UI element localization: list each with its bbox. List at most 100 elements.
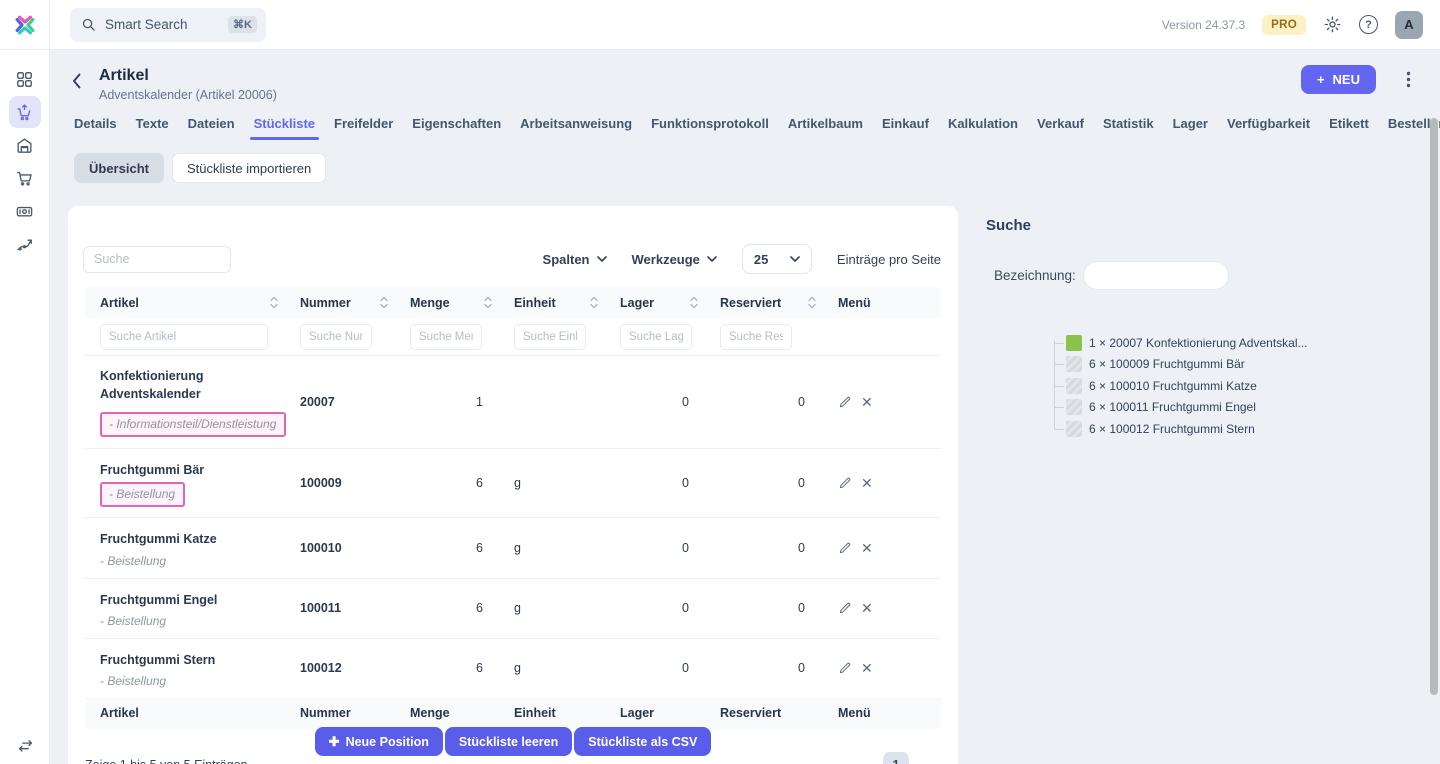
filter-lager-input[interactable] [620, 324, 692, 350]
spalten-label: Spalten [543, 252, 590, 267]
bezeichnung-input[interactable] [1083, 261, 1229, 290]
version-label: Version 24.37.3 [1162, 18, 1245, 32]
app-logo[interactable] [0, 0, 50, 49]
page-title: Artikel [99, 67, 277, 85]
tab-arbeitsanweisung[interactable]: Arbeitsanweisung [520, 116, 632, 140]
edit-pencil-icon[interactable] [838, 395, 852, 409]
vertical-scrollbar[interactable] [1430, 118, 1438, 695]
tab-texte[interactable]: Texte [136, 116, 169, 140]
prev-page-arrow-icon[interactable]: ← [851, 756, 866, 764]
filter-einheit-input[interactable] [514, 324, 586, 350]
tab-freifelder[interactable]: Freifelder [334, 116, 393, 140]
col-header-nummer[interactable]: Nummer [300, 296, 410, 310]
col-header-einheit[interactable]: Einheit [514, 296, 620, 310]
back-button[interactable] [72, 73, 81, 89]
row-einheit: g [514, 476, 620, 490]
filter-nummer-input[interactable] [300, 324, 372, 350]
tab-kalkulation[interactable]: Kalkulation [948, 116, 1018, 140]
neu-button[interactable]: + NEU [1301, 65, 1376, 94]
sidebar-item-finance[interactable] [9, 195, 41, 227]
subtab-uebersicht[interactable]: Übersicht [74, 153, 164, 183]
tab-funktionsprotokoll[interactable]: Funktionsprotokoll [651, 116, 769, 140]
tree-item[interactable]: 6 × 100011 Fruchtgummi Engel [1066, 397, 1440, 419]
side-panel-title: Suche [986, 217, 1440, 234]
row-lager: 0 [620, 601, 720, 615]
table-row[interactable]: Fruchtgummi Stern- Beistellung 100012 6 … [85, 639, 941, 699]
sidebar-item-sales[interactable] [9, 162, 41, 194]
stueckliste-als-csv-button[interactable]: Stückliste als CSV [574, 727, 711, 756]
tab-dateien[interactable]: Dateien [188, 116, 235, 140]
col-header-menue: Menü [838, 296, 941, 310]
page-size-select[interactable]: 25 [742, 244, 812, 274]
tab-stueckliste[interactable]: Stückliste [254, 116, 315, 140]
edit-pencil-icon[interactable] [838, 601, 852, 615]
edit-pencil-icon[interactable] [838, 541, 852, 555]
search-icon [81, 17, 96, 32]
table-row[interactable]: Konfektionierung Adventskalender- Inform… [85, 356, 941, 449]
tree-item[interactable]: 1 × 20007 Konfektionierung Adventskal... [1066, 332, 1440, 354]
subtab-bar: Übersicht Stückliste importieren [74, 153, 1440, 183]
table-footer-row: Artikel Nummer Menge Einheit Lager Reser… [85, 698, 941, 729]
tree-square-green-icon [1066, 335, 1082, 351]
table-search-input[interactable] [83, 246, 231, 273]
row-nummer: 100009 [300, 476, 410, 490]
user-avatar[interactable]: A [1395, 11, 1423, 39]
sidebar-item-procurement[interactable] [9, 96, 41, 128]
stueckliste-leeren-button[interactable]: Stückliste leeren [445, 727, 572, 756]
search-shortcut-badge: ⌘K [228, 16, 257, 33]
sidebar-item-reports[interactable] [9, 228, 41, 260]
settings-gear-icon[interactable] [1323, 15, 1342, 34]
filter-menge-input[interactable] [410, 324, 482, 350]
smart-search-placeholder: Smart Search [105, 17, 219, 32]
chart-trend-icon [15, 235, 34, 254]
delete-x-icon[interactable]: ✕ [861, 661, 873, 675]
col-header-lager[interactable]: Lager [620, 296, 720, 310]
tree-item[interactable]: 6 × 100012 Fruchtgummi Stern [1066, 418, 1440, 440]
delete-x-icon[interactable]: ✕ [861, 601, 873, 615]
delete-x-icon[interactable]: ✕ [861, 476, 873, 490]
entries-per-page-label: Einträge pro Seite [837, 252, 941, 267]
table-row[interactable]: Fruchtgummi Katze- Beistellung 100010 6 … [85, 518, 941, 578]
row-reserviert: 0 [720, 395, 838, 409]
tab-artikelbaum[interactable]: Artikelbaum [788, 116, 863, 140]
sidebar-collapse-toggle[interactable] [9, 729, 41, 761]
tree-square-gray-icon [1066, 421, 1082, 437]
more-options-kebab-icon[interactable] [1406, 71, 1411, 88]
sidebar-item-dashboard[interactable] [9, 63, 41, 95]
edit-pencil-icon[interactable] [838, 661, 852, 675]
smart-search-bar[interactable]: Smart Search ⌘K [70, 8, 266, 42]
edit-pencil-icon[interactable] [838, 476, 852, 490]
sidebar-item-warehouse[interactable] [9, 129, 41, 161]
cart-up-icon [15, 103, 34, 122]
col-header-reserviert[interactable]: Reserviert [720, 296, 838, 310]
tab-etikett[interactable]: Etikett [1329, 116, 1369, 140]
subtab-stueckliste-importieren[interactable]: Stückliste importieren [172, 153, 326, 183]
filter-reserviert-input[interactable] [720, 324, 792, 350]
delete-x-icon[interactable]: ✕ [861, 541, 873, 555]
delete-x-icon[interactable]: ✕ [861, 395, 873, 409]
col-header-menge[interactable]: Menge [410, 296, 514, 310]
table-row[interactable]: Fruchtgummi Engel- Beistellung 100011 6 … [85, 579, 941, 639]
page-size-value: 25 [754, 252, 768, 267]
row-artikel-badge: - Beistellung [100, 674, 166, 688]
search-side-panel: Suche Bezeichnung: 1 × 20007 Konfektioni… [958, 206, 1440, 764]
tab-eigenschaften[interactable]: Eigenschaften [412, 116, 501, 140]
tab-lager[interactable]: Lager [1173, 116, 1208, 140]
row-nummer: 100012 [300, 661, 410, 675]
tab-statistik[interactable]: Statistik [1103, 116, 1154, 140]
table-row[interactable]: Fruchtgummi Bär- Beistellung 100009 6 g … [85, 449, 941, 518]
werkzeuge-dropdown[interactable]: Werkzeuge [632, 252, 717, 267]
tab-details[interactable]: Details [74, 116, 117, 140]
cash-icon [15, 202, 34, 221]
col-header-artikel[interactable]: Artikel [85, 296, 300, 310]
spalten-dropdown[interactable]: Spalten [543, 252, 607, 267]
tab-verkauf[interactable]: Verkauf [1037, 116, 1084, 140]
next-page-arrow-icon[interactable]: → [926, 756, 941, 764]
tree-item[interactable]: 6 × 100009 Fruchtgummi Bär [1066, 354, 1440, 376]
tree-item[interactable]: 6 × 100010 Fruchtgummi Katze [1066, 375, 1440, 397]
help-icon[interactable]: ? [1359, 15, 1378, 34]
tab-verfuegbarkeit[interactable]: Verfügbarkeit [1227, 116, 1310, 140]
filter-artikel-input[interactable] [100, 324, 268, 350]
tab-einkauf[interactable]: Einkauf [882, 116, 929, 140]
neue-position-button[interactable]: ✚Neue Position [315, 727, 443, 756]
